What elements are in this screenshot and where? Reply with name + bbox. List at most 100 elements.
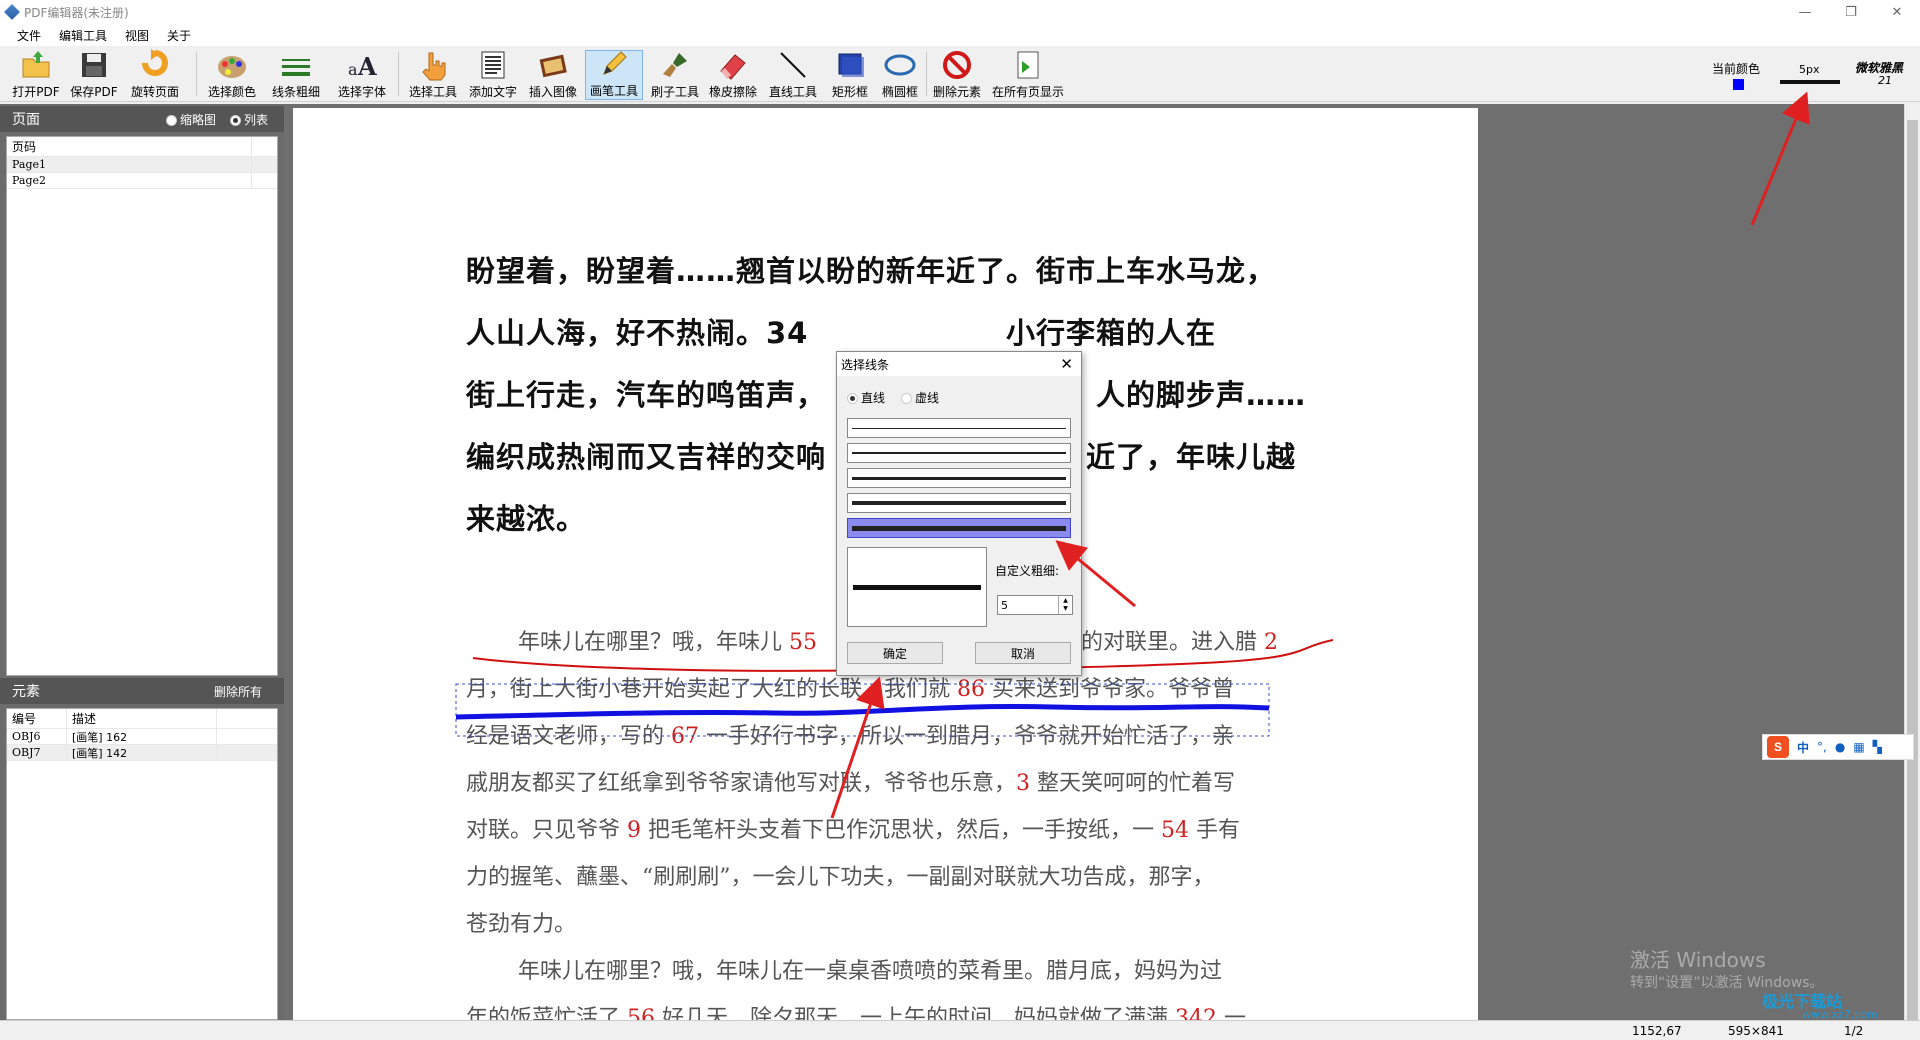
apps-icon[interactable]: ▚ bbox=[1873, 740, 1882, 754]
thumbnail-option-label: 缩略图 bbox=[180, 112, 217, 127]
line-tool-button[interactable]: 直线工具 bbox=[766, 50, 820, 100]
dialog-close-button[interactable]: ✕ bbox=[1060, 355, 1073, 373]
solid-line-radio[interactable] bbox=[847, 393, 858, 404]
current-font-size: 21 bbox=[1878, 74, 1892, 87]
current-color-swatch[interactable] bbox=[1733, 79, 1744, 90]
brush-tool-label: 刷子工具 bbox=[650, 85, 699, 99]
save-pdf-button[interactable]: 保存PDF bbox=[68, 50, 120, 100]
line-option-4[interactable] bbox=[847, 493, 1071, 513]
menu-edit-tools[interactable]: 编辑工具 bbox=[50, 27, 116, 44]
table-row[interactable]: OBJ7 [画笔] 142 bbox=[7, 745, 277, 761]
line-sample bbox=[852, 452, 1066, 454]
app-logo-icon bbox=[4, 4, 20, 20]
list-item[interactable]: Page2 bbox=[7, 173, 277, 189]
line-sample bbox=[852, 525, 1066, 531]
column-id-header: 编号 bbox=[7, 709, 67, 728]
dashed-line-radio[interactable] bbox=[901, 393, 912, 404]
microphone-icon[interactable]: ● bbox=[1835, 740, 1845, 754]
add-text-label: 添加文字 bbox=[468, 85, 517, 99]
toolbar: 打开PDF 保存PDF 旋转页面 选择颜色 线条粗细 aA 选择字体 选择工具 … bbox=[0, 46, 1920, 102]
ellipse-icon bbox=[884, 49, 916, 81]
stepper-arrows[interactable]: ▲ ▼ bbox=[1058, 596, 1072, 614]
line-option-1[interactable] bbox=[847, 418, 1071, 438]
dashed-line-label: 虚线 bbox=[915, 391, 940, 405]
select-font-button[interactable]: aA 选择字体 bbox=[334, 50, 390, 100]
column-desc-header: 描述 bbox=[67, 709, 217, 728]
elements-table: 编号 描述 OBJ6 [画笔] 162 OBJ7 [画笔] 142 bbox=[6, 708, 278, 1020]
solid-line-option[interactable]: 直线 bbox=[847, 389, 885, 406]
page-indicator: 1/2 bbox=[1844, 1024, 1864, 1038]
rectangle-tool-button[interactable]: 矩形框 bbox=[826, 50, 874, 100]
minimize-button[interactable]: — bbox=[1782, 0, 1828, 24]
pen-tool-button[interactable]: 画笔工具 bbox=[585, 50, 643, 100]
show-on-all-pages-button[interactable]: 在所有页显示 bbox=[988, 50, 1068, 100]
cancel-button[interactable]: 取消 bbox=[975, 642, 1071, 664]
delete-all-button[interactable]: 删除所有 bbox=[214, 683, 262, 700]
ime-toolbar[interactable]: S 中 °, ● ▦ ▚ bbox=[1762, 734, 1914, 760]
close-button[interactable]: ✕ bbox=[1874, 0, 1920, 24]
thumbnail-radio[interactable] bbox=[166, 114, 177, 126]
line-style-dialog: 选择线条 ✕ 直线 虚线 自定义粗细: 5 ▲ ▼ 确定 取消 bbox=[836, 351, 1082, 676]
open-pdf-button[interactable]: 打开PDF bbox=[10, 50, 62, 100]
vertical-scrollbar[interactable] bbox=[1904, 104, 1920, 1020]
custom-width-value[interactable]: 5 bbox=[998, 599, 1058, 612]
rotate-page-label: 旋转页面 bbox=[130, 85, 179, 99]
list-radio[interactable] bbox=[230, 114, 241, 126]
select-font-label: 选择字体 bbox=[337, 85, 386, 99]
menu-about[interactable]: 关于 bbox=[158, 27, 200, 44]
stepper-up-icon[interactable]: ▲ bbox=[1063, 597, 1068, 605]
keyboard-icon[interactable]: ▦ bbox=[1853, 740, 1864, 754]
element-id: OBJ7 bbox=[7, 745, 67, 760]
select-color-button[interactable]: 选择颜色 bbox=[204, 50, 260, 100]
list-item[interactable]: Page1 bbox=[7, 157, 277, 173]
table-row[interactable]: OBJ6 [画笔] 162 bbox=[7, 729, 277, 745]
custom-width-label: 自定义粗细: bbox=[995, 564, 1060, 578]
select-tool-button[interactable]: 选择工具 bbox=[406, 50, 460, 100]
line-preview bbox=[847, 547, 987, 627]
pages-list: 页码 Page1 Page2 bbox=[6, 136, 278, 676]
list-option[interactable]: 列表 bbox=[230, 111, 268, 128]
dashed-line-option[interactable]: 虚线 bbox=[901, 389, 939, 406]
rotate-page-button[interactable]: 旋转页面 bbox=[126, 49, 184, 100]
thumbnail-option[interactable]: 缩略图 bbox=[166, 111, 216, 128]
image-icon bbox=[537, 49, 569, 81]
menu-file[interactable]: 文件 bbox=[8, 27, 50, 44]
line-option-2[interactable] bbox=[847, 443, 1071, 463]
prohibit-icon bbox=[941, 49, 973, 81]
custom-width-stepper[interactable]: 5 ▲ ▼ bbox=[997, 595, 1073, 615]
delete-element-button[interactable]: 删除元素 bbox=[930, 50, 984, 100]
current-width-sample[interactable] bbox=[1780, 80, 1840, 84]
line-option-3[interactable] bbox=[847, 468, 1071, 488]
menu-view[interactable]: 视图 bbox=[116, 27, 158, 44]
ellipse-tool-label: 椭圆框 bbox=[881, 85, 918, 99]
window-title: PDF编辑器(未注册) bbox=[24, 5, 129, 20]
pages-panel-header: 页面 缩略图 列表 bbox=[0, 106, 284, 132]
line-option-5[interactable] bbox=[847, 518, 1071, 538]
ellipse-tool-button[interactable]: 椭圆框 bbox=[876, 50, 924, 100]
status-bar: 1152,67 595×841 1/2 bbox=[0, 1020, 1920, 1040]
ime-logo-icon: S bbox=[1767, 736, 1789, 758]
title-bar: PDF编辑器(未注册) — ❐ ✕ bbox=[0, 0, 1920, 24]
pencil-icon bbox=[598, 48, 630, 80]
menu-bar: 文件 编辑工具 视图 关于 bbox=[0, 24, 1920, 46]
ime-punctuation-icon[interactable]: °, bbox=[1817, 740, 1827, 754]
svg-text:A: A bbox=[357, 52, 377, 81]
left-panel: 页面 缩略图 列表 页码 Page1 Page2 元素 删除所有 编号 描述 O… bbox=[0, 104, 284, 1020]
select-color-label: 选择颜色 bbox=[207, 85, 256, 99]
eraser-button[interactable]: 橡皮擦除 bbox=[706, 50, 760, 100]
stepper-down-icon[interactable]: ▼ bbox=[1063, 605, 1068, 613]
rectangle-tool-label: 矩形框 bbox=[831, 85, 868, 99]
add-text-button[interactable]: 添加文字 bbox=[466, 50, 520, 100]
ok-button[interactable]: 确定 bbox=[847, 642, 943, 664]
scroll-thumb[interactable] bbox=[1907, 120, 1918, 1020]
current-width-label: 5px bbox=[1799, 63, 1820, 76]
brush-tool-button[interactable]: 刷子工具 bbox=[648, 50, 702, 100]
ime-language[interactable]: 中 bbox=[1797, 739, 1809, 756]
insert-image-button[interactable]: 插入图像 bbox=[526, 50, 580, 100]
page-item-label: Page1 bbox=[7, 157, 252, 172]
line-sample bbox=[852, 501, 1066, 505]
restore-button[interactable]: ❐ bbox=[1828, 0, 1874, 24]
pages-panel-title: 页面 bbox=[12, 112, 40, 128]
line-width-button[interactable]: 线条粗细 bbox=[268, 50, 324, 100]
select-tool-label: 选择工具 bbox=[408, 85, 457, 99]
